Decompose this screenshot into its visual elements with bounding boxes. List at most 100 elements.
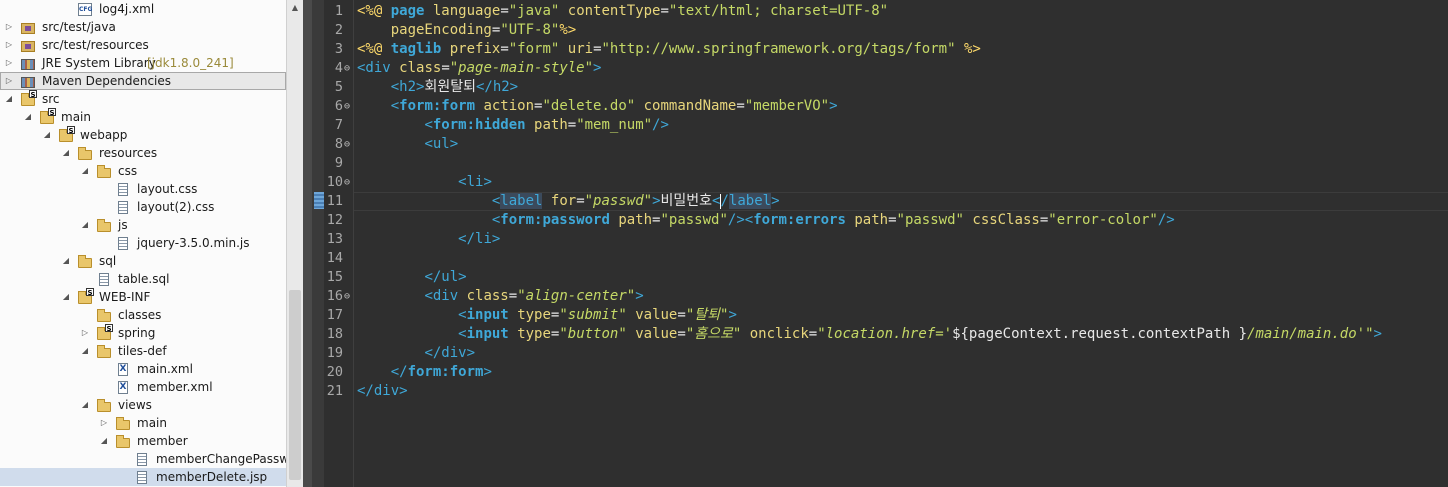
code-line[interactable]: <h2>회원탈퇴</h2> xyxy=(357,78,518,97)
collapse-arrow-icon[interactable]: ◢ xyxy=(4,90,14,108)
code-line[interactable]: <input type="button" value="홈으로" onclick… xyxy=(357,325,1382,344)
tree-item[interactable]: layout.css xyxy=(0,180,286,198)
fold-toggle-icon[interactable]: ⊖ xyxy=(344,97,352,116)
tree-item[interactable]: ▷ src/test/java xyxy=(0,18,286,36)
tree-item[interactable]: ◢ css xyxy=(0,162,286,180)
expand-arrow-icon[interactable]: ▷ xyxy=(99,414,109,432)
code-token: form:password xyxy=(500,212,610,228)
collapse-arrow-icon[interactable]: ◢ xyxy=(42,126,52,144)
xml-file-icon: X xyxy=(118,363,128,376)
expand-arrow-icon[interactable]: ▷ xyxy=(4,36,14,54)
code-text-area[interactable]: <%@ page language="java" contentType="te… xyxy=(353,0,1448,487)
expand-arrow-icon[interactable]: ▷ xyxy=(4,54,14,72)
code-line[interactable]: pageEncoding="UTF-8"%> xyxy=(357,21,576,40)
tree-item[interactable]: ▷ Maven Dependencies xyxy=(0,72,286,90)
code-token: = xyxy=(736,98,745,114)
code-line[interactable]: </div> xyxy=(357,344,475,363)
line-number: 16 xyxy=(326,288,343,304)
code-token: class xyxy=(399,60,442,76)
tree-item[interactable]: jquery-3.5.0.min.js xyxy=(0,234,286,252)
fold-toggle-icon[interactable]: ⊖ xyxy=(344,59,352,78)
tree-item[interactable]: ◢ sql xyxy=(0,252,286,270)
collapse-arrow-icon[interactable]: ◢ xyxy=(99,432,109,450)
tree-item[interactable]: ◢ Smain xyxy=(0,108,286,126)
code-token: = xyxy=(567,117,577,133)
code-token: = xyxy=(1039,212,1049,228)
tree-item[interactable]: layout(2).css xyxy=(0,198,286,216)
line-number: 2 xyxy=(334,22,343,38)
tree-item[interactable]: ◢ Ssrc xyxy=(0,90,286,108)
tree-item-label: src/test/resources xyxy=(42,38,149,52)
collapse-arrow-icon[interactable]: ◢ xyxy=(80,396,90,414)
tree-item[interactable]: ◢ tiles-def xyxy=(0,342,286,360)
collapse-arrow-icon[interactable]: ◢ xyxy=(80,162,90,180)
tree-item[interactable]: memberDelete.jsp xyxy=(0,468,286,486)
collapse-arrow-icon[interactable]: ◢ xyxy=(23,108,33,126)
code-token: uri xyxy=(567,41,594,57)
code-token: "passwd" xyxy=(660,212,728,228)
tree-item[interactable]: ◢ member xyxy=(0,432,286,450)
tree-item[interactable]: memberChangePasswor xyxy=(0,450,286,468)
code-line[interactable]: <ul> xyxy=(357,135,458,154)
code-line[interactable]: <div class="align-center"> xyxy=(357,287,643,306)
code-line[interactable]: <div class="page-main-style"> xyxy=(357,59,601,78)
tree-item[interactable]: ▷ src/test/resources xyxy=(0,36,286,54)
code-line[interactable]: </div> xyxy=(357,382,408,401)
folder-icon xyxy=(78,254,94,268)
tree-item[interactable]: ▷ Sspring xyxy=(0,324,286,342)
fold-toggle-icon[interactable]: ⊖ xyxy=(344,135,352,154)
tree-item[interactable]: ◢ views xyxy=(0,396,286,414)
tree-item[interactable]: Xmain.xml xyxy=(0,360,286,378)
fold-toggle-icon[interactable]: ⊖ xyxy=(344,287,352,306)
collapse-arrow-icon[interactable]: ◢ xyxy=(61,288,71,306)
file-icon xyxy=(135,452,151,466)
code-line[interactable]: </form:form> xyxy=(357,363,492,382)
tree-item[interactable]: CFG log4j.xml xyxy=(0,0,286,18)
collapse-arrow-icon[interactable]: ◢ xyxy=(80,342,90,360)
fold-toggle-icon[interactable]: ⊖ xyxy=(344,173,352,192)
collapse-arrow-icon[interactable]: ◢ xyxy=(61,144,71,162)
project-explorer-tree[interactable]: CFG log4j.xml ▷ src/test/java ▷ src/test/reso… xyxy=(0,0,286,487)
code-line[interactable]: <form:form action = "delete.do" commandNam… xyxy=(357,97,838,116)
tree-item[interactable]: ◢ Swebapp xyxy=(0,126,286,144)
tree-item-label: layout(2).css xyxy=(137,200,215,214)
code-line[interactable]: <%@ taglib prefix="form" uri="http://www… xyxy=(357,40,981,59)
scroll-up-icon[interactable]: ▲ xyxy=(287,0,303,16)
collapse-arrow-icon[interactable]: ◢ xyxy=(61,252,71,270)
collapse-arrow-icon[interactable]: ◢ xyxy=(80,216,90,234)
code-line[interactable]: <input type="submit" value="탈퇴"> xyxy=(357,306,737,325)
code-line[interactable]: </li> xyxy=(357,230,500,249)
panel-splitter[interactable] xyxy=(303,0,312,487)
code-line[interactable]: <%@ page language="java" contentType="te… xyxy=(357,2,888,21)
code-editor[interactable]: 1 2 3 4 ⊖ 5 6 ⊖ 7 8 ⊖ 9 10 ⊖ 11 12 13 14 15 16 ⊖ 17 18 19 20 21 <… xyxy=(312,0,1448,487)
code-line[interactable]: <li> xyxy=(357,173,492,192)
tree-item[interactable]: ◢ S WEB-INF xyxy=(0,288,286,306)
tree-vertical-scrollbar[interactable]: ▲ xyxy=(286,0,303,487)
tree-item[interactable]: ▷ JRE System Library [jdk1.8.0_241] xyxy=(0,54,286,72)
line-number: 11 xyxy=(326,193,343,209)
expand-arrow-icon[interactable]: ▷ xyxy=(4,72,14,90)
scrollbar-thumb[interactable] xyxy=(289,290,301,480)
tree-item[interactable]: Xmember.xml xyxy=(0,378,286,396)
expand-arrow-icon[interactable]: ▷ xyxy=(4,18,14,36)
code-line[interactable]: <form:password path="passwd"/><form:erro… xyxy=(357,211,1175,230)
expand-arrow-icon[interactable]: ▷ xyxy=(80,324,90,342)
code-line[interactable]: <label for="passwd">비밀번호</label> xyxy=(357,192,780,211)
tree-item[interactable]: ▷ main xyxy=(0,414,286,432)
tree-item[interactable]: table.sql xyxy=(0,270,286,288)
tree-item[interactable]: ◢ resources xyxy=(0,144,286,162)
code-line[interactable]: <form:hidden path="mem_num"/> xyxy=(357,116,668,135)
code-line[interactable]: </ul> xyxy=(357,268,466,287)
config-file-icon: CFG xyxy=(78,2,94,16)
code-token: > xyxy=(728,307,737,323)
tree-item[interactable]: classes xyxy=(0,306,286,324)
tree-item-decoration: [jdk1.8.0_241] xyxy=(147,56,234,70)
tree-item[interactable]: ◢ js xyxy=(0,216,286,234)
file-icon xyxy=(135,470,151,484)
